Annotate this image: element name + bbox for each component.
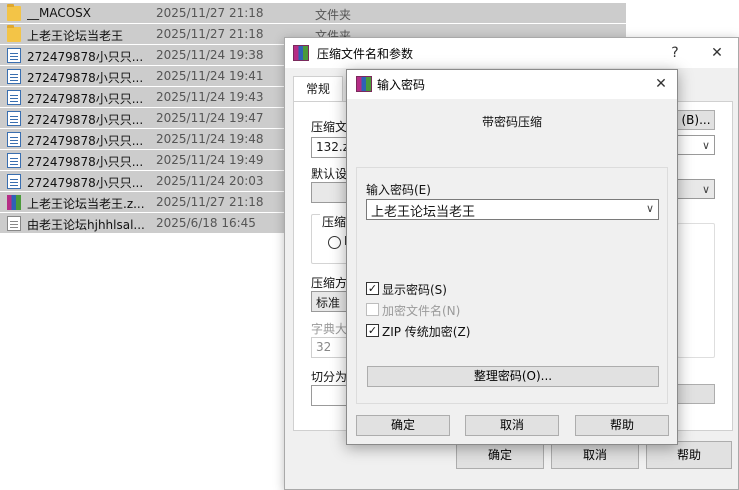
- file-date: 2025/11/24 19:43: [156, 90, 264, 104]
- archive-name-input-right[interactable]: ∨: [677, 135, 715, 155]
- folder-icon: [7, 4, 21, 21]
- outer-title-bar: 压缩文件名和参数 ? ✕: [285, 38, 738, 68]
- winrar-icon: [293, 45, 309, 61]
- chevron-down-icon[interactable]: ∨: [646, 202, 654, 215]
- method-label: 压缩方: [311, 276, 348, 290]
- browse-button[interactable]: (B)...: [677, 110, 715, 130]
- file-date: 2025/11/27 21:18: [156, 195, 264, 209]
- file-name: 由老王论坛hjhhlsal...: [27, 218, 145, 232]
- outer-dialog-title: 压缩文件名和参数: [317, 47, 414, 61]
- encrypt-names-label: 加密文件名(N): [382, 304, 461, 318]
- help-button[interactable]: 帮助: [575, 415, 669, 436]
- default-profile-label: 默认设: [311, 167, 348, 181]
- file-name: 272479878小只只...: [27, 155, 144, 169]
- document-icon: [7, 69, 21, 84]
- file-name: 上老王论坛当老王: [27, 29, 124, 43]
- file-date: 2025/11/24 19:47: [156, 111, 264, 125]
- encrypt-names-checkbox[interactable]: [366, 303, 379, 316]
- file-name: 272479878小只只...: [27, 50, 144, 64]
- password-label: 输入密码(E): [366, 183, 431, 197]
- password-dialog: 输入密码 ✕ 带密码压缩 输入密码(E) 上老王论坛当老王 ∨ ✓ 显示密码(S…: [346, 69, 678, 445]
- set-password-button[interactable]: [677, 384, 715, 404]
- document-icon: [7, 174, 21, 189]
- list-item[interactable]: __MACOSX 2025/11/27 21:18 文件夹: [0, 3, 626, 24]
- show-password-label: 显示密码(S): [382, 283, 447, 297]
- document-icon: [7, 153, 21, 168]
- file-name: 272479878小只只...: [27, 176, 144, 190]
- zip-legacy-checkbox[interactable]: ✓: [366, 324, 379, 337]
- file-date: 2025/11/24 19:41: [156, 69, 264, 83]
- document-icon: [7, 111, 21, 126]
- outer-ok-button[interactable]: 确定: [456, 441, 544, 469]
- chevron-down-icon: ∨: [701, 183, 710, 196]
- file-date: 2025/11/24 19:49: [156, 153, 264, 167]
- close-icon[interactable]: ✕: [707, 43, 727, 63]
- winrar-icon: [356, 76, 372, 92]
- file-name: 272479878小只只...: [27, 113, 144, 127]
- dict-label: 字典大: [311, 322, 348, 336]
- options-group: [677, 223, 715, 358]
- dialog-heading: 带密码压缩: [481, 115, 542, 129]
- help-icon[interactable]: ?: [665, 43, 685, 63]
- document-icon: [7, 132, 21, 147]
- file-date: 2025/6/18 16:45: [156, 216, 256, 230]
- split-label: 切分为: [311, 370, 348, 384]
- show-password-checkbox[interactable]: ✓: [366, 282, 379, 295]
- ok-button[interactable]: 确定: [356, 415, 450, 436]
- file-name: 272479878小只只...: [27, 92, 144, 106]
- password-group: 输入密码(E) 上老王论坛当老王 ∨ ✓ 显示密码(S) 加密文件名(N) ✓ …: [356, 167, 668, 404]
- format-radio[interactable]: [328, 236, 341, 249]
- archive-icon: [7, 195, 21, 210]
- chevron-down-icon: ∨: [701, 139, 710, 152]
- file-name: __MACOSX: [27, 6, 92, 20]
- tab-general[interactable]: 常规: [293, 76, 343, 102]
- file-type: 文件夹: [315, 8, 352, 22]
- archive-name-label: 压缩文: [311, 120, 348, 134]
- update-mode-select[interactable]: ∨: [677, 179, 715, 199]
- inner-dialog-title: 输入密码: [377, 78, 426, 92]
- cancel-button[interactable]: 取消: [465, 415, 559, 436]
- document-icon: [7, 90, 21, 105]
- password-input[interactable]: 上老王论坛当老王 ∨: [366, 199, 659, 220]
- zip-legacy-label: ZIP 传统加密(Z): [382, 325, 471, 339]
- file-date: 2025/11/24 19:48: [156, 132, 264, 146]
- file-date: 2025/11/24 20:03: [156, 174, 264, 188]
- folder-icon: [7, 25, 21, 42]
- file-name: 上老王论坛当老王.z...: [27, 197, 145, 211]
- file-date: 2025/11/27 21:18: [156, 6, 264, 20]
- password-value: 上老王论坛当老王: [371, 205, 476, 220]
- file-name: 272479878小只只...: [27, 134, 144, 148]
- file-name: 272479878小只只...: [27, 71, 144, 85]
- inner-title-bar: 输入密码 ✕: [347, 70, 677, 99]
- outer-help-button[interactable]: 帮助: [646, 441, 732, 469]
- organize-passwords-button[interactable]: 整理密码(O)...: [367, 366, 659, 387]
- file-date: 2025/11/24 19:38: [156, 48, 264, 62]
- file-date: 2025/11/27 21:18: [156, 27, 264, 41]
- outer-cancel-button[interactable]: 取消: [551, 441, 639, 469]
- text-file-icon: [7, 216, 21, 231]
- close-icon[interactable]: ✕: [651, 74, 671, 94]
- document-icon: [7, 48, 21, 63]
